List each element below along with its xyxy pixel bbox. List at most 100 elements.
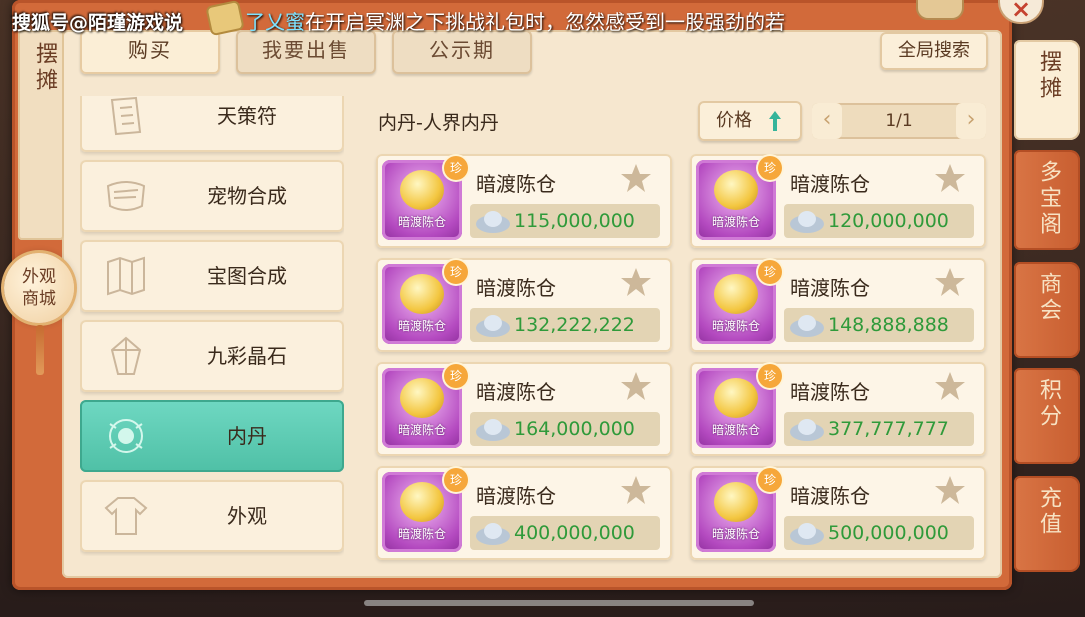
side-tab-label: 摆摊: [1036, 50, 1061, 102]
item-thumbnail: 暗渡陈仓 珍: [696, 156, 782, 240]
silver-ingot-icon: [790, 315, 824, 337]
favorite-star-icon[interactable]: [934, 162, 966, 194]
item-card[interactable]: 暗渡陈仓 珍 暗渡陈仓 164,000,000: [376, 362, 672, 456]
crystal-icon: [110, 336, 142, 375]
item-thumbnail: 暗渡陈仓 珍: [382, 260, 468, 344]
tassel-decoration: [36, 325, 44, 375]
item-card[interactable]: 暗渡陈仓 珍 暗渡陈仓 377,777,777: [690, 362, 986, 456]
thumbnail-label: 暗渡陈仓: [711, 527, 760, 541]
item-name: 暗渡陈仓: [790, 484, 870, 508]
item-card[interactable]: 暗渡陈仓 珍 暗渡陈仓 120,000,000: [690, 154, 986, 248]
next-page-button[interactable]: ›: [956, 103, 986, 139]
pearl-icon: [714, 378, 758, 418]
tab-publicity[interactable]: 公示期: [392, 30, 532, 74]
item-name: 暗渡陈仓: [476, 172, 556, 196]
rare-badge: 珍: [444, 260, 468, 284]
category-label: 宠物合成: [207, 184, 287, 208]
item-price: 120,000,000: [828, 210, 949, 232]
favorite-star-icon[interactable]: [934, 370, 966, 402]
item-name: 暗渡陈仓: [790, 276, 870, 300]
rare-badge: 珍: [758, 468, 782, 492]
item-card[interactable]: 暗渡陈仓 珍 暗渡陈仓 115,000,000: [376, 154, 672, 248]
top-menu-icon[interactable]: [918, 0, 962, 18]
side-tab-label: 多宝阁: [1036, 160, 1061, 238]
price-box: 400,000,000: [470, 516, 660, 550]
item-card[interactable]: 暗渡陈仓 珍 暗渡陈仓 400,000,000: [376, 466, 672, 560]
category-label: 外观: [227, 504, 267, 528]
pearl-icon: [714, 274, 758, 314]
favorite-star-icon[interactable]: [934, 266, 966, 298]
item-thumbnail: 暗渡陈仓 珍: [696, 260, 782, 344]
item-card[interactable]: 暗渡陈仓 珍 暗渡陈仓 132,222,222: [376, 258, 672, 352]
price-box: 164,000,000: [470, 412, 660, 446]
price-box: 115,000,000: [470, 204, 660, 238]
thumbnail-label: 暗渡陈仓: [397, 527, 446, 541]
side-tab-points[interactable]: 积分: [1014, 368, 1080, 464]
side-tab-recharge[interactable]: 充值: [1014, 476, 1080, 572]
price-sort-button[interactable]: 价格: [698, 101, 802, 141]
favorite-star-icon[interactable]: [620, 266, 652, 298]
left-title-strip: 摆摊: [18, 30, 64, 240]
sort-up-arrow-icon: [769, 111, 781, 131]
price-box: 120,000,000: [784, 204, 974, 238]
appearance-store-button[interactable]: 外观商城: [4, 253, 74, 323]
item-price: 115,000,000: [514, 210, 635, 232]
silver-ingot-icon: [476, 419, 510, 441]
favorite-star-icon[interactable]: [620, 370, 652, 402]
section-title: 内丹-人界内丹: [378, 112, 499, 134]
talisman-icon: [110, 96, 142, 136]
category-item-nine-color-crystal[interactable]: 九彩晶石: [80, 320, 344, 392]
item-price: 377,777,777: [828, 418, 949, 440]
category-item-pet-synthesis[interactable]: 宠物合成: [80, 160, 344, 232]
price-box: 132,222,222: [470, 308, 660, 342]
category-item-treasure-map[interactable]: 宝图合成: [80, 240, 344, 312]
price-sort-label: 价格: [716, 110, 752, 131]
item-thumbnail: 暗渡陈仓 珍: [696, 468, 782, 552]
robe-icon: [104, 497, 148, 535]
silver-ingot-icon: [790, 523, 824, 545]
rare-badge: 珍: [758, 364, 782, 388]
category-item-inner-core[interactable]: 内丹: [80, 400, 344, 472]
pearl-icon: [714, 170, 758, 210]
item-card[interactable]: 暗渡陈仓 珍 暗渡陈仓 148,888,888: [690, 258, 986, 352]
category-label: 内丹: [227, 424, 267, 448]
side-tab-label: 充值: [1036, 486, 1061, 538]
favorite-star-icon[interactable]: [934, 474, 966, 506]
category-label: 九彩晶石: [207, 344, 287, 368]
prev-page-button[interactable]: ‹: [812, 103, 842, 139]
page-indicator: 1/1: [885, 111, 913, 131]
category-item-talisman[interactable]: 天策符: [80, 96, 344, 152]
thumbnail-label: 暗渡陈仓: [397, 423, 446, 437]
silver-ingot-icon: [476, 523, 510, 545]
item-price: 400,000,000: [514, 522, 635, 544]
global-search-button[interactable]: 全局搜索: [880, 32, 988, 70]
favorite-star-icon[interactable]: [620, 162, 652, 194]
silver-ingot-icon: [476, 315, 510, 337]
side-tab-stall[interactable]: 摆摊: [1014, 40, 1080, 140]
broadcast-message: 在开启冥渊之下挑战礼包时，忽然感受到一股强劲的若: [305, 10, 785, 34]
home-indicator: [364, 600, 754, 606]
silver-ingot-icon: [790, 419, 824, 441]
item-thumbnail: 暗渡陈仓 珍: [382, 468, 468, 552]
category-item-appearance[interactable]: 外观: [80, 480, 344, 552]
thumbnail-label: 暗渡陈仓: [711, 215, 760, 229]
item-card[interactable]: 暗渡陈仓 珍 暗渡陈仓 500,000,000: [690, 466, 986, 560]
category-list[interactable]: 天策符 宠物合成 宝图合成 九彩晶石 内丹 外观: [80, 96, 344, 556]
rare-badge: 珍: [444, 156, 468, 180]
item-thumbnail: 暗渡陈仓 珍: [382, 364, 468, 448]
item-price: 148,888,888: [828, 314, 949, 336]
system-broadcast: 了乂蜜在开启冥渊之下挑战礼包时，忽然感受到一股强劲的若: [245, 6, 885, 36]
tab-sell[interactable]: 我要出售: [236, 30, 376, 74]
price-box: 377,777,777: [784, 412, 974, 446]
favorite-star-icon[interactable]: [620, 474, 652, 506]
silver-ingot-icon: [476, 211, 510, 233]
side-tab-chamber-of-commerce[interactable]: 商会: [1014, 262, 1080, 358]
rare-badge: 珍: [758, 156, 782, 180]
rare-badge: 珍: [444, 468, 468, 492]
pearl-icon: [400, 170, 444, 210]
side-tab-treasure-pavilion[interactable]: 多宝阁: [1014, 150, 1080, 250]
tab-buy[interactable]: 购买: [80, 30, 220, 74]
pearl-icon: [714, 482, 758, 522]
price-box: 148,888,888: [784, 308, 974, 342]
item-thumbnail: 暗渡陈仓 珍: [382, 156, 468, 240]
